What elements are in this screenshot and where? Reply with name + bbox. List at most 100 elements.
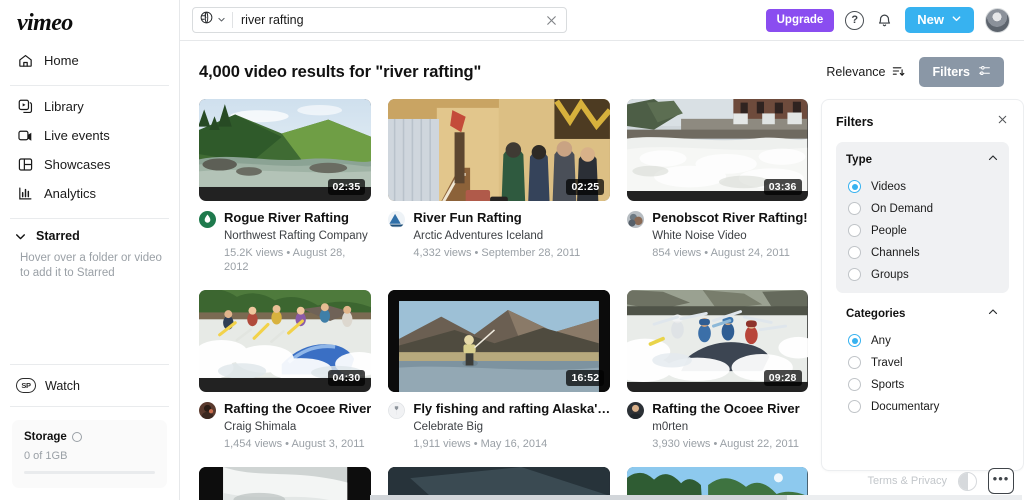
video-title[interactable]: Rafting the Ocoee River	[652, 401, 799, 417]
radio-icon[interactable]	[848, 180, 861, 193]
video-text: Rogue River Rafting Northwest Rafting Co…	[224, 210, 371, 274]
vimeo-logo[interactable]: vimeo	[17, 11, 179, 35]
video-owner[interactable]: Celebrate Big	[413, 420, 610, 434]
ellipsis-icon[interactable]: •••	[988, 468, 1014, 494]
new-button-label: New	[917, 13, 944, 27]
video-stats: 15.2K views • August 28, 2012	[224, 246, 371, 274]
bell-icon[interactable]	[875, 11, 894, 30]
video-title[interactable]: Rogue River Rafting	[224, 210, 371, 226]
filter-option-channels[interactable]: Channels	[846, 241, 999, 263]
video-thumbnail[interactable]: 09:28	[627, 290, 807, 392]
video-meta: Rafting the Ocoee River Craig Shimala 1,…	[199, 401, 371, 451]
filter-option-documentary[interactable]: Documentary	[846, 395, 999, 417]
upgrade-button[interactable]: Upgrade	[766, 9, 835, 32]
top-bar: river rafting Upgrade ? New	[180, 0, 1024, 41]
radio-icon[interactable]	[848, 202, 861, 215]
chevron-down-icon	[951, 13, 962, 27]
video-thumbnail[interactable]: 02:25	[388, 99, 610, 201]
close-x-icon[interactable]	[996, 113, 1009, 131]
new-button[interactable]: New	[905, 7, 974, 33]
video-owner[interactable]: White Noise Video	[652, 229, 807, 243]
video-title[interactable]: River Fun Rafting	[413, 210, 580, 226]
filter-section-header[interactable]: Type	[846, 151, 999, 169]
video-title[interactable]: Fly fishing and rafting Alaska'…	[413, 401, 610, 417]
radio-icon[interactable]	[848, 378, 861, 391]
video-owner[interactable]: Northwest Rafting Company	[224, 229, 371, 243]
thumbnail-image	[199, 99, 371, 187]
filter-option-videos[interactable]: Videos	[846, 175, 999, 197]
sidebar-section-starred[interactable]: Starred	[0, 223, 179, 249]
chevron-up-icon[interactable]	[987, 305, 999, 323]
radio-icon[interactable]	[848, 334, 861, 347]
search-input[interactable]: river rafting	[241, 13, 544, 27]
video-thumbnail[interactable]	[199, 467, 371, 500]
channel-avatar[interactable]	[627, 211, 644, 228]
avatar[interactable]	[985, 8, 1010, 33]
search-bar[interactable]: river rafting	[192, 7, 567, 33]
video-owner[interactable]: Craig Shimala	[224, 420, 371, 434]
video-title[interactable]: Penobscot River Rafting!	[652, 210, 807, 226]
filter-section-title: Type	[846, 154, 872, 166]
search-scope-selector[interactable]	[199, 10, 232, 30]
radio-icon[interactable]	[848, 246, 861, 259]
video-thumbnail[interactable]: 04:30	[199, 290, 371, 392]
filter-section-type: Type Videos On Demand	[836, 142, 1009, 293]
video-card[interactable]: 04:30 Rafting the Ocoee River Craig Shim…	[199, 290, 371, 451]
video-thumbnail[interactable]: 03:36	[627, 99, 807, 201]
filter-option-groups[interactable]: Groups	[846, 263, 999, 285]
storage-progress-bar	[24, 471, 155, 474]
sidebar-item-live-events[interactable]: Live events	[0, 121, 179, 150]
filter-option-sports[interactable]: Sports	[846, 373, 999, 395]
sidebar-item-label: Live events	[44, 127, 110, 144]
filter-option-travel[interactable]: Travel	[846, 351, 999, 373]
vimeo-search-page: vimeo Home	[0, 0, 1024, 500]
radio-icon[interactable]	[848, 400, 861, 413]
channel-avatar[interactable]	[199, 211, 216, 228]
filters-button[interactable]: Filters	[919, 57, 1004, 87]
chevron-up-icon[interactable]	[987, 151, 999, 169]
info-circle-icon[interactable]	[72, 432, 82, 442]
video-stats: 3,930 views • August 22, 2011	[652, 437, 799, 451]
sidebar-item-showcases[interactable]: Showcases	[0, 150, 179, 179]
radio-icon[interactable]	[848, 356, 861, 369]
video-thumbnail[interactable]: 02:35	[199, 99, 371, 201]
sidebar-item-analytics[interactable]: Analytics	[0, 179, 179, 208]
video-title[interactable]: Rafting the Ocoee River	[224, 401, 371, 417]
video-thumbnail[interactable]: 16:52	[388, 290, 610, 392]
video-card[interactable]: 16:52 Fly fishing and rafting Alaska'… C…	[388, 290, 610, 451]
video-duration: 02:35	[328, 179, 366, 195]
filter-option-any[interactable]: Any	[846, 329, 999, 351]
storage-card[interactable]: Storage 0 of 1GB	[12, 420, 167, 488]
video-card[interactable]: 02:25 River Fun Rafting Arctic Adventure…	[388, 99, 610, 274]
sidebar-item-home[interactable]: Home	[0, 46, 179, 75]
filter-option-label: People	[871, 225, 907, 237]
sort-button[interactable]: Relevance	[826, 64, 905, 81]
question-mark-circle-icon[interactable]: ?	[845, 11, 864, 30]
video-card[interactable]: 02:35 Rogue River Rafting Northwest Raft…	[199, 99, 371, 274]
sidebar-item-watch[interactable]: SP Watch	[0, 369, 179, 402]
video-card[interactable]: 09:28 Rafting the Ocoee River m0rten 3,9…	[627, 290, 807, 451]
filter-option-on-demand[interactable]: On Demand	[846, 197, 999, 219]
close-x-icon[interactable]	[544, 13, 559, 28]
radio-icon[interactable]	[848, 224, 861, 237]
filter-section-header[interactable]: Categories	[846, 305, 999, 323]
channel-avatar[interactable]	[388, 402, 405, 419]
video-card[interactable]: 03:36 Penobscot River Rafting! White Noi…	[627, 99, 807, 274]
sort-label: Relevance	[826, 65, 885, 79]
channel-avatar[interactable]	[627, 402, 644, 419]
storage-usage: 0 of 1GB	[24, 450, 155, 462]
radio-icon[interactable]	[848, 268, 861, 281]
video-owner[interactable]: m0rten	[652, 420, 799, 434]
filter-option-label: Sports	[871, 379, 904, 391]
channel-avatar[interactable]	[388, 211, 405, 228]
horizontal-scrollbar[interactable]	[370, 495, 1022, 500]
contrast-circle-icon[interactable]	[958, 472, 977, 491]
terms-privacy-link[interactable]: Terms & Privacy	[868, 475, 947, 487]
filter-option-people[interactable]: People	[846, 219, 999, 241]
video-card[interactable]	[199, 467, 371, 500]
sidebar-item-library[interactable]: Library	[0, 92, 179, 121]
channel-avatar[interactable]	[199, 402, 216, 419]
video-owner[interactable]: Arctic Adventures Iceland	[413, 229, 580, 243]
page-footer: Terms & Privacy •••	[868, 468, 1014, 494]
sidebar-divider-3	[10, 364, 169, 365]
